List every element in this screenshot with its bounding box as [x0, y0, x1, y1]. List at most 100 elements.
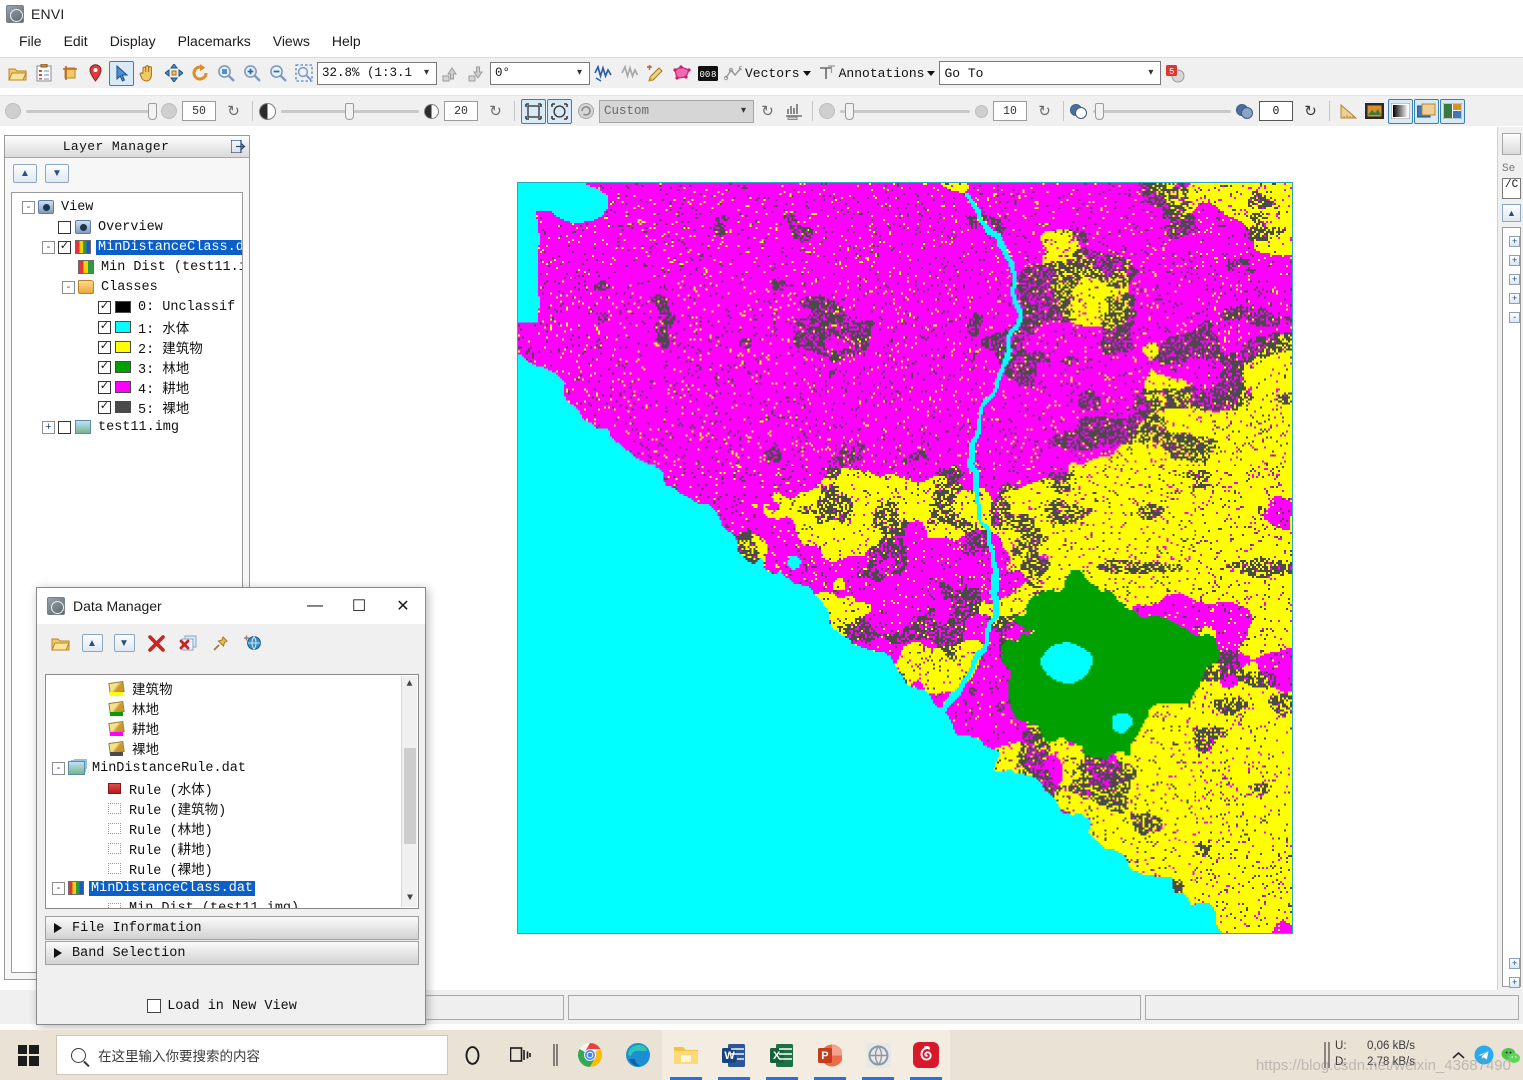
layer-tree-row[interactable]: - View [12, 197, 242, 217]
toolbox-tree-node[interactable] [1503, 669, 1520, 688]
zoom-to-selection-icon[interactable] [291, 61, 316, 86]
contrast-slider[interactable] [281, 102, 419, 120]
expand-icon[interactable]: + [1509, 958, 1520, 969]
layer-visibility-checkbox[interactable]: ✓ [58, 240, 71, 254]
collapse-icon[interactable]: - [42, 240, 55, 254]
toolbox-tree-node[interactable] [1503, 821, 1520, 840]
menu-views[interactable]: Views [262, 31, 321, 51]
pixel-value-icon[interactable]: 00 8 [695, 61, 720, 86]
layer-tree-row[interactable]: ✓ 4: 耕地 [12, 377, 242, 398]
toolbox-tree-node[interactable] [1503, 555, 1520, 574]
data-manager-row[interactable]: 耕地 [46, 718, 418, 739]
toolbox-tree-node[interactable] [1503, 859, 1520, 878]
toolbox-tree-node[interactable] [1503, 574, 1520, 593]
contrast-value[interactable]: 20 [444, 101, 478, 121]
toolbox-tree-node[interactable] [1503, 631, 1520, 650]
toolbox-tree-node[interactable]: + [1503, 954, 1520, 973]
toolbox-tree-node[interactable] [1503, 916, 1520, 935]
menu-placemarks[interactable]: Placemarks [167, 31, 262, 51]
layer-tree-row[interactable]: Overview [12, 217, 242, 237]
class-color-swatch[interactable] [115, 301, 131, 313]
rotation-combo[interactable]: 0° ▾ [490, 61, 590, 85]
open-file-icon[interactable] [47, 631, 73, 655]
stretch-reset-icon[interactable]: ↻ [755, 99, 780, 124]
annotations-menu[interactable]: Annotations [815, 65, 939, 81]
toolbox-tree-node[interactable] [1503, 897, 1520, 916]
toolbox-tree-node[interactable] [1503, 707, 1520, 726]
scrollbar-thumb[interactable] [404, 748, 416, 844]
expand-icon[interactable]: + [1509, 293, 1520, 304]
toolbox-tree-node[interactable] [1503, 783, 1520, 802]
layer-visibility-checkbox[interactable]: ✓ [98, 300, 111, 314]
netease-music-icon[interactable] [902, 1030, 950, 1080]
zoom-in-icon[interactable] [239, 61, 264, 86]
layer-tree-row[interactable]: Min Dist (test11.i [12, 257, 242, 277]
select-cursor-icon[interactable] [109, 60, 134, 86]
layer-visibility-checkbox[interactable] [58, 420, 71, 434]
class-color-swatch[interactable] [115, 401, 131, 413]
pin-icon[interactable] [207, 631, 233, 655]
open-remote-icon[interactable] [239, 631, 265, 655]
spectral-library-icon[interactable] [617, 61, 642, 86]
roi-tool-icon[interactable] [669, 61, 694, 86]
toolbox-tree-node[interactable]: - [1503, 308, 1520, 327]
cortana-icon[interactable] [448, 1030, 496, 1080]
toolbox-tree-node[interactable] [1503, 536, 1520, 555]
toolbox-tree-node[interactable]: + [1503, 251, 1520, 270]
toolbox-tree-node[interactable] [1503, 384, 1520, 403]
view-canvas[interactable] [253, 127, 1497, 990]
layer-visibility-checkbox[interactable]: ✓ [98, 380, 111, 394]
zoom-out-icon[interactable] [265, 61, 290, 86]
open-recent-icon[interactable] [31, 61, 56, 86]
toolbox-tree-node[interactable] [1503, 365, 1520, 384]
collapse-icon[interactable]: - [52, 761, 65, 775]
class-color-swatch[interactable] [115, 321, 131, 333]
toolbox-tree-node[interactable] [1503, 346, 1520, 365]
toolbox-tree-node[interactable] [1503, 726, 1520, 745]
brightness-slider[interactable] [26, 102, 157, 120]
layer-tree-row[interactable]: + test11.img [12, 417, 242, 437]
toolbox-tree-node[interactable] [1503, 460, 1520, 479]
move-up-icon[interactable]: ▲ [79, 631, 105, 655]
rotate-icon[interactable] [187, 61, 212, 86]
toolbox-tree-node[interactable] [1503, 403, 1520, 422]
menu-edit[interactable]: Edit [53, 31, 99, 51]
brightness-value[interactable]: 50 [182, 101, 216, 121]
toolbox-tree-node[interactable] [1503, 688, 1520, 707]
goto-combo[interactable]: Go To ▾ [939, 61, 1162, 85]
fit-to-view-icon[interactable] [547, 98, 572, 124]
load-in-new-view-option[interactable]: Load in New View [147, 999, 297, 1014]
transparency-reset-icon[interactable]: ↻ [1298, 99, 1323, 124]
spectral-profile-icon[interactable] [591, 61, 616, 86]
portal-icon[interactable] [1362, 99, 1387, 124]
sharpen-reset-icon[interactable]: ↻ [1032, 99, 1057, 124]
toolbox-tree-node[interactable] [1503, 612, 1520, 631]
toolbox-tree-node[interactable] [1503, 802, 1520, 821]
pan-hand-icon[interactable] [135, 61, 160, 86]
toolbox-tree-node[interactable] [1503, 935, 1520, 954]
menu-file[interactable]: File [8, 31, 53, 51]
class-color-swatch[interactable] [115, 381, 131, 393]
close-all-files-icon[interactable] [175, 631, 201, 655]
toolbox-tree-node[interactable] [1503, 650, 1520, 669]
chrome-icon[interactable] [566, 1030, 614, 1080]
collapse-icon[interactable]: - [1509, 312, 1520, 323]
data-manager-row[interactable]: - MinDistanceClass.dat [46, 878, 418, 898]
toolbox-tree-node[interactable] [1503, 764, 1520, 783]
toolbox-tree-node[interactable] [1503, 327, 1520, 346]
load-in-new-view-checkbox[interactable] [147, 999, 162, 1013]
layer-visibility-checkbox[interactable]: ✓ [98, 320, 111, 334]
toolbox-tree-node[interactable]: + [1503, 289, 1520, 308]
pan-up-icon[interactable] [438, 61, 463, 86]
expand-icon[interactable]: + [1509, 977, 1520, 988]
data-manager-tree[interactable]: 建筑物 林地 耕地 裸地 - MinDistanceRule.dat Rule (水体) Ru… [45, 674, 419, 909]
vectors-menu[interactable]: Vectors [721, 65, 814, 81]
toolbox-tree-node[interactable]: + [1503, 973, 1520, 990]
brightness-reset-icon[interactable]: ↻ [221, 99, 246, 124]
apply-stretch-icon[interactable] [573, 99, 598, 124]
measure-tool-icon[interactable] [1336, 99, 1361, 124]
toolbox-tree-node[interactable] [1503, 441, 1520, 460]
close-file-icon[interactable] [143, 631, 169, 655]
toolbox-tree-node[interactable] [1503, 479, 1520, 498]
data-manager-row[interactable]: Min Dist (test11.img) [46, 898, 418, 908]
